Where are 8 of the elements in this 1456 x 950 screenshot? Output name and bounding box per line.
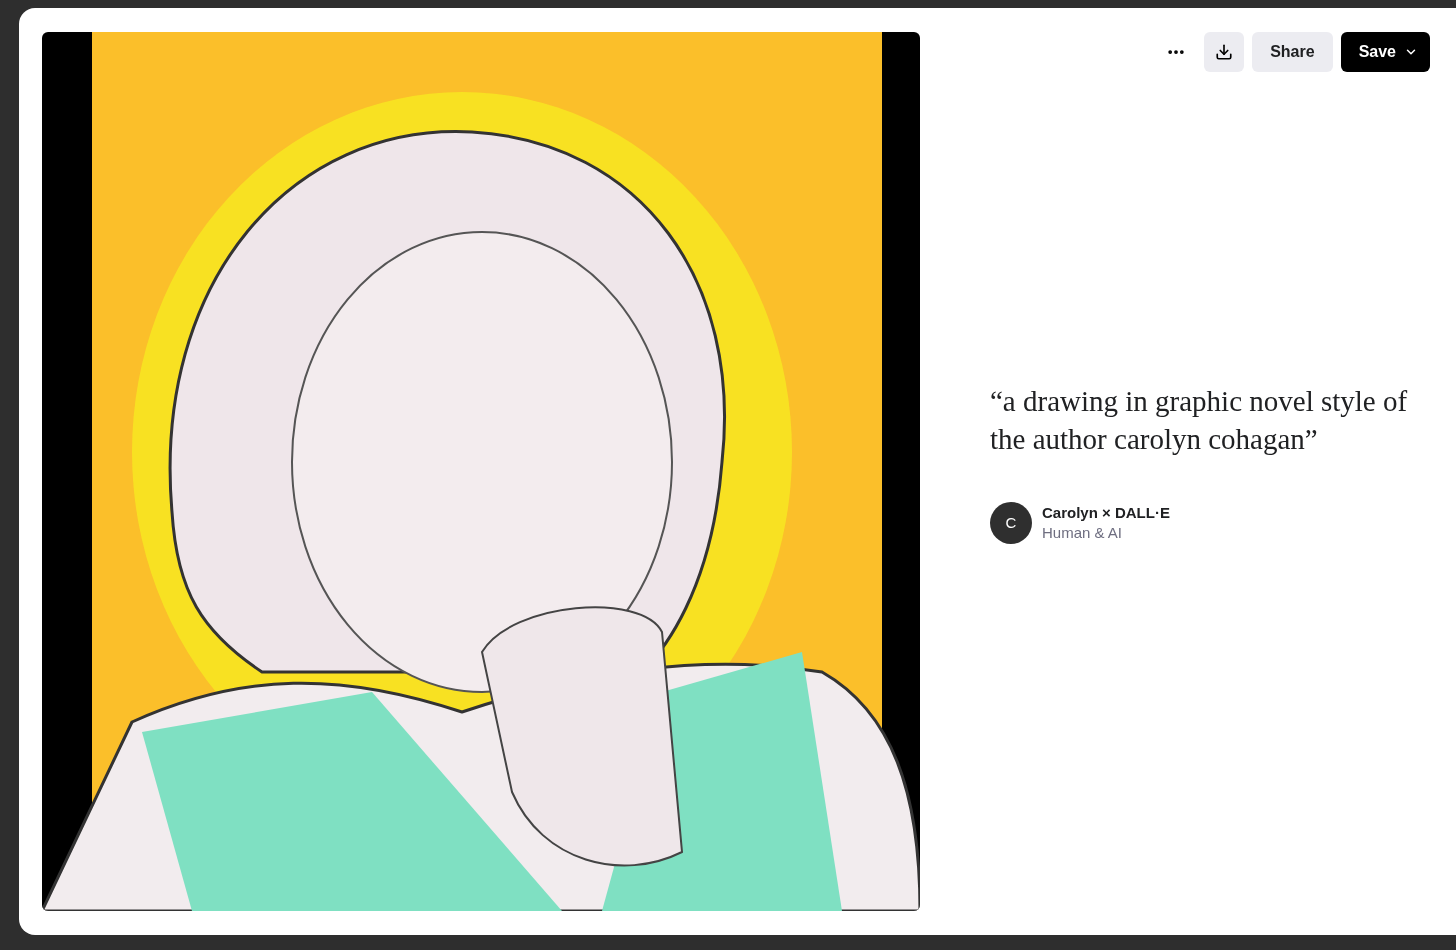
author-subtitle: Human & AI <box>1042 523 1124 543</box>
save-button[interactable]: Save <box>1340 32 1430 72</box>
download-icon <box>1215 43 1234 61</box>
author-name: Carolyn × DALL·E <box>1042 503 1170 523</box>
prompt-text: “a drawing in graphic novel style of the author carolyn cohagan” <box>990 384 1409 457</box>
share-button[interactable]: Share <box>1252 32 1333 72</box>
avatar: C <box>990 502 1032 544</box>
download-button[interactable] <box>1204 32 1245 72</box>
